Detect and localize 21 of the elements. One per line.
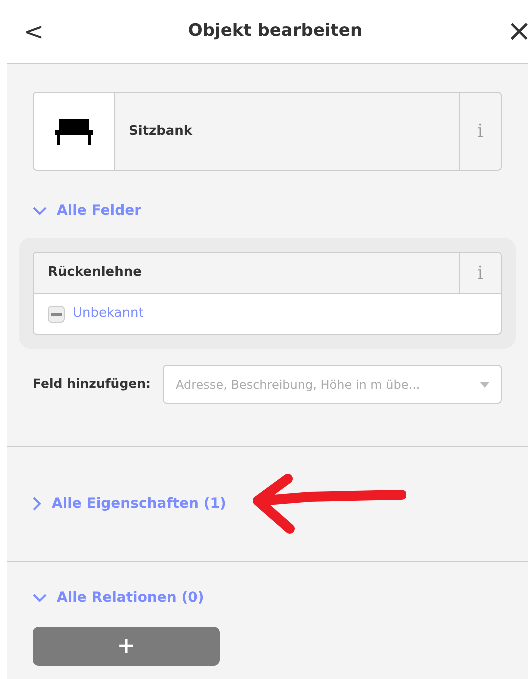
- add-field-label: Feld hinzufügen:: [33, 375, 152, 394]
- bench-icon: [55, 118, 93, 144]
- dropdown-caret-icon: [480, 382, 490, 388]
- checkbox[interactable]: [48, 306, 65, 322]
- preset-name: Sitzbank: [128, 122, 194, 141]
- info-button[interactable]: i: [459, 253, 501, 293]
- preset-card[interactable]: Sitzbank i: [33, 92, 502, 171]
- chevron-down-icon: [33, 207, 47, 216]
- back-button[interactable]: <: [24, 20, 44, 44]
- field-label: Rückenlehne: [47, 264, 143, 282]
- info-button[interactable]: i: [459, 93, 501, 170]
- add-field-combobox[interactable]: Adresse, Beschreibung, Höhe in m übe...: [163, 365, 502, 404]
- close-button[interactable]: ×: [506, 16, 528, 46]
- chevron-down-icon: [33, 594, 47, 603]
- section-toggle[interactable]: Alle Felder: [33, 201, 142, 222]
- checkbox-label: Unbekannt: [73, 305, 144, 324]
- section-toggle[interactable]: Alle Eigenschaften (1): [33, 494, 226, 514]
- add-relation-button[interactable]: +: [33, 627, 220, 666]
- chevron-right-icon: [33, 497, 42, 511]
- window-title: Objekt bearbeiten: [188, 20, 363, 43]
- section-toggle[interactable]: Alle Relationen (0): [33, 588, 204, 609]
